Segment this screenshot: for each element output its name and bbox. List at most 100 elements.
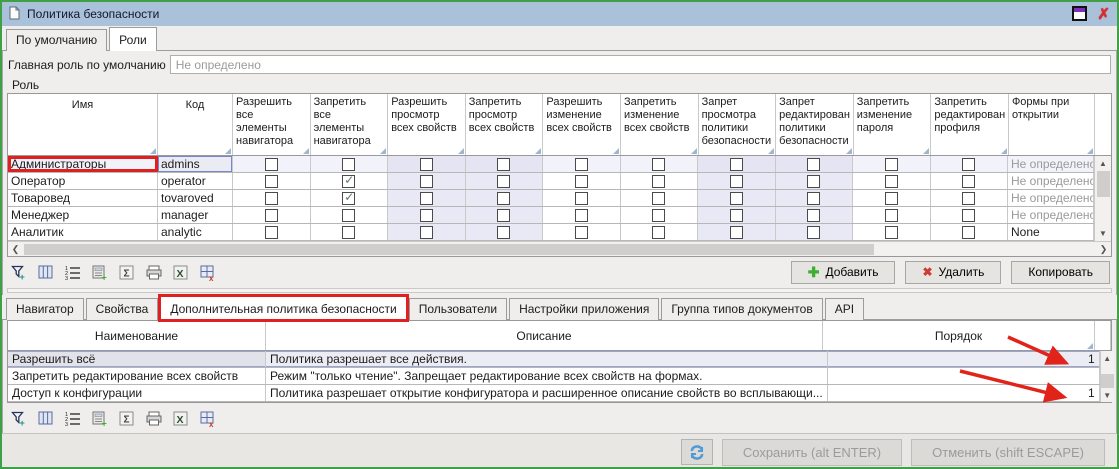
forms-cell[interactable]: None <box>1008 224 1094 240</box>
print-icon[interactable] <box>144 263 164 281</box>
checkbox-cell[interactable] <box>621 190 699 206</box>
checkbox[interactable] <box>265 192 278 205</box>
refresh-button[interactable] <box>681 439 713 465</box>
scroll-right-icon[interactable]: ❯ <box>1096 242 1111 256</box>
checkbox-cell[interactable] <box>543 156 621 172</box>
checkbox-cell[interactable] <box>621 224 699 240</box>
policy-name-cell[interactable]: Доступ к конфигурации <box>8 385 266 401</box>
checkbox-cell[interactable] <box>233 190 311 206</box>
checkbox[interactable] <box>652 192 665 205</box>
role-name-cell[interactable]: Менеджер <box>8 207 158 223</box>
checkbox-cell[interactable] <box>931 190 1009 206</box>
checkbox[interactable] <box>962 226 975 239</box>
column-header[interactable]: Запретить изменение пароля <box>854 94 932 155</box>
forms-cell[interactable]: Не определено <box>1008 173 1094 189</box>
policy-description-cell[interactable]: Политика разрешает открытие конфигуратор… <box>266 385 828 401</box>
checkbox[interactable] <box>730 158 743 171</box>
tab-1[interactable]: Роли <box>109 27 157 51</box>
save-button[interactable]: Сохранить (alt ENTER) <box>722 439 902 466</box>
policy-name-cell[interactable]: Разрешить всё <box>8 351 266 367</box>
column-header[interactable]: Описание <box>266 321 823 350</box>
checkbox-cell[interactable] <box>233 173 311 189</box>
roles-horizontal-scrollbar[interactable]: ❮ ❯ <box>8 241 1111 256</box>
checkbox[interactable] <box>807 175 820 188</box>
checkbox[interactable] <box>730 209 743 222</box>
checkbox-cell[interactable] <box>621 156 699 172</box>
checkbox-cell[interactable] <box>776 156 854 172</box>
policy-description-cell[interactable]: Политика разрешает все действия. <box>266 351 828 367</box>
checkbox[interactable] <box>575 209 588 222</box>
tab-4[interactable]: Настройки приложения <box>509 298 659 320</box>
scroll-thumb[interactable] <box>1097 171 1110 197</box>
table-row[interactable]: Запретить редактирование всех свойствРеж… <box>8 368 1100 385</box>
checkbox[interactable] <box>807 158 820 171</box>
checkbox-cell[interactable] <box>388 173 466 189</box>
column-header[interactable]: Формы при открытии <box>1009 94 1095 155</box>
sum-icon[interactable]: Σ <box>117 263 137 281</box>
checkbox-cell[interactable] <box>698 173 776 189</box>
checkbox-cell[interactable] <box>853 173 931 189</box>
checkbox[interactable] <box>885 226 898 239</box>
checkbox[interactable] <box>652 209 665 222</box>
table-row[interactable]: Операторoperator Не определено <box>8 173 1094 190</box>
checkbox[interactable] <box>885 175 898 188</box>
checkbox-cell[interactable] <box>233 156 311 172</box>
checkbox[interactable] <box>885 158 898 171</box>
checkbox-cell[interactable] <box>388 190 466 206</box>
checkbox-cell[interactable] <box>543 224 621 240</box>
checkbox[interactable] <box>497 158 510 171</box>
column-header[interactable]: Запретить редактирован профиля <box>931 94 1009 155</box>
tab-3[interactable]: Пользователи <box>409 298 507 320</box>
role-name-cell[interactable]: Оператор <box>8 173 158 189</box>
checkbox[interactable] <box>730 175 743 188</box>
table-row[interactable]: Доступ к конфигурацииПолитика разрешает … <box>8 385 1100 402</box>
role-code-cell[interactable]: operator <box>158 173 233 189</box>
checkbox-cell[interactable] <box>776 224 854 240</box>
column-header[interactable]: Запрет редактирован политики безопасност… <box>776 94 854 155</box>
column-settings-icon[interactable] <box>36 409 56 427</box>
role-code-cell[interactable]: admins <box>158 156 233 172</box>
copy-button[interactable]: Копировать <box>1011 261 1110 284</box>
column-header[interactable]: Разрешить все элементы навигатора <box>233 94 311 155</box>
close-icon[interactable]: ✗ <box>1097 7 1110 22</box>
filter-add-icon[interactable]: + <box>9 263 29 281</box>
checkbox-cell[interactable] <box>543 207 621 223</box>
tab-1[interactable]: Свойства <box>86 298 159 320</box>
checkbox[interactable] <box>575 226 588 239</box>
scroll-left-icon[interactable]: ❮ <box>8 242 23 256</box>
checkbox-cell[interactable] <box>853 224 931 240</box>
checkbox[interactable] <box>962 209 975 222</box>
tab-0[interactable]: По умолчанию <box>6 29 107 51</box>
splitter[interactable] <box>7 288 1112 293</box>
tab-0[interactable]: Навигатор <box>6 298 84 320</box>
policy-name-cell[interactable]: Запретить редактирование всех свойств <box>8 368 266 384</box>
policy-vertical-scrollbar[interactable]: ▲ ▼ <box>1100 351 1114 402</box>
checkbox-cell[interactable] <box>311 173 389 189</box>
checkbox-cell[interactable] <box>388 156 466 172</box>
scroll-down-icon[interactable]: ▼ <box>1101 388 1114 403</box>
checkbox-cell[interactable] <box>466 173 544 189</box>
checkbox[interactable] <box>265 209 278 222</box>
checkbox-cell[interactable] <box>543 190 621 206</box>
checkbox[interactable] <box>575 175 588 188</box>
add-button[interactable]: ✚Добавить <box>791 261 896 284</box>
export-excel-icon[interactable]: X <box>171 263 191 281</box>
remove-columns-icon[interactable]: x <box>198 409 218 427</box>
forms-cell[interactable]: Не определено <box>1008 190 1094 206</box>
checkbox-cell[interactable] <box>931 207 1009 223</box>
column-header[interactable]: Разрешить изменение всех свойств <box>543 94 621 155</box>
delete-button[interactable]: ✖Удалить <box>905 261 1001 284</box>
checkbox-cell[interactable] <box>931 173 1009 189</box>
policy-description-cell[interactable]: Режим "только чтение". Запрещает редакти… <box>266 368 828 384</box>
filter-add-icon[interactable]: + <box>9 409 29 427</box>
checkbox[interactable] <box>342 192 355 205</box>
checkbox[interactable] <box>652 226 665 239</box>
checkbox[interactable] <box>265 226 278 239</box>
checkbox-cell[interactable] <box>233 224 311 240</box>
column-header[interactable]: Разрешить просмотр всех свойств <box>388 94 466 155</box>
checkbox[interactable] <box>652 175 665 188</box>
checkbox[interactable] <box>885 192 898 205</box>
tab-5[interactable]: Группа типов документов <box>661 298 822 320</box>
table-row[interactable]: Разрешить всёПолитика разрешает все дейс… <box>8 351 1100 368</box>
checkbox-cell[interactable] <box>776 173 854 189</box>
